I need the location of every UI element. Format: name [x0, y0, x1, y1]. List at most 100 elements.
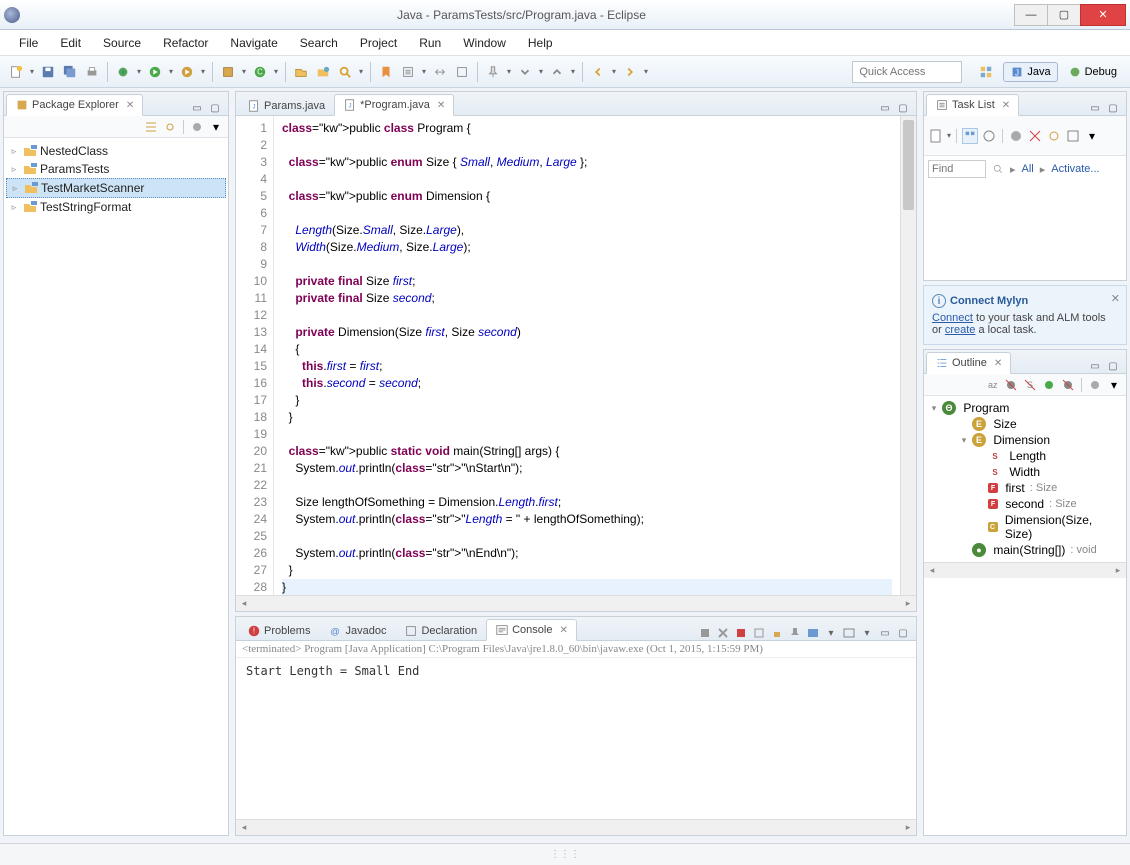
- next-annotation-button[interactable]: [515, 62, 535, 82]
- console-tab[interactable]: Console✕: [486, 619, 577, 641]
- editor-tab-params[interactable]: J Params.java: [238, 95, 334, 116]
- sort-button[interactable]: az: [984, 377, 1000, 393]
- debug-button[interactable]: [113, 62, 133, 82]
- open-console-button[interactable]: [842, 626, 856, 640]
- minimize-view-icon[interactable]: ▭: [878, 101, 892, 115]
- focus-button[interactable]: [1087, 377, 1103, 393]
- view-menu-icon[interactable]: ▾: [1106, 377, 1122, 393]
- new-button[interactable]: [6, 62, 26, 82]
- prev-annotation-button[interactable]: [547, 62, 567, 82]
- scheduled-button[interactable]: [981, 128, 997, 144]
- horizontal-scrollbar[interactable]: ◂▸: [236, 595, 916, 611]
- new-class-dropdown-icon[interactable]: ▾: [272, 67, 280, 76]
- run-last-button[interactable]: [177, 62, 197, 82]
- remove-all-button[interactable]: [716, 626, 730, 640]
- maximize-view-icon[interactable]: ▢: [1106, 359, 1120, 373]
- minimize-view-icon[interactable]: ▭: [1088, 101, 1102, 115]
- console-dropdown-icon[interactable]: ▾: [824, 626, 838, 640]
- new-package-button[interactable]: [218, 62, 238, 82]
- package-explorer-tab[interactable]: Package Explorer ✕: [6, 94, 143, 116]
- minimize-view-icon[interactable]: ▭: [190, 101, 204, 115]
- mylyn-create-link[interactable]: create: [945, 324, 976, 336]
- menu-navigate[interactable]: Navigate: [221, 33, 286, 53]
- remove-launch-button[interactable]: [698, 626, 712, 640]
- perspective-java[interactable]: JJava: [1003, 62, 1057, 82]
- close-icon[interactable]: ✕: [559, 625, 567, 636]
- save-all-button[interactable]: [60, 62, 80, 82]
- run-last-dropdown-icon[interactable]: ▾: [199, 67, 207, 76]
- collapse-all-button[interactable]: [143, 119, 159, 135]
- scroll-lock-button[interactable]: [770, 626, 784, 640]
- open-perspective-button[interactable]: [972, 62, 1000, 82]
- toggle-block-button[interactable]: [398, 62, 418, 82]
- vertical-scrollbar[interactable]: [900, 116, 916, 595]
- task-activate-link[interactable]: Activate...: [1051, 163, 1099, 175]
- menu-window[interactable]: Window: [454, 33, 515, 53]
- task-all-link[interactable]: All: [1022, 163, 1034, 175]
- code-area[interactable]: class="kw">public class Program { class=…: [274, 116, 900, 595]
- print-button[interactable]: [82, 62, 102, 82]
- outline-item[interactable]: F first : Size: [928, 480, 1122, 496]
- hide-static-button[interactable]: S: [1022, 377, 1038, 393]
- back-button[interactable]: [588, 62, 608, 82]
- debug-dropdown-icon[interactable]: ▾: [135, 67, 143, 76]
- hide-nonpublic-button[interactable]: [1041, 377, 1057, 393]
- outline-item[interactable]: S Length: [928, 448, 1122, 464]
- tree-item[interactable]: ▹ParamsTests: [6, 160, 226, 178]
- open-console-dropdown-icon[interactable]: ▾: [860, 626, 874, 640]
- toggle-paint-button[interactable]: [452, 62, 472, 82]
- new-package-dropdown-icon[interactable]: ▾: [240, 67, 248, 76]
- view-menu-icon[interactable]: ▾: [208, 119, 224, 135]
- prev-dropdown-icon[interactable]: ▾: [569, 67, 577, 76]
- close-icon[interactable]: ✕: [1002, 100, 1010, 111]
- maximize-view-icon[interactable]: ▢: [896, 101, 910, 115]
- code-editor[interactable]: 1234567891011121314151617181920212223242…: [236, 116, 916, 595]
- link-editor-button[interactable]: [162, 119, 178, 135]
- next-dropdown-icon[interactable]: ▾: [537, 67, 545, 76]
- horizontal-scrollbar[interactable]: ◂▸: [236, 819, 916, 835]
- perspective-debug[interactable]: Debug: [1061, 62, 1124, 82]
- outline-tab[interactable]: Outline✕: [926, 352, 1011, 374]
- outline-item[interactable]: ▾E Dimension: [928, 432, 1122, 448]
- tree-item[interactable]: ▹TestStringFormat: [6, 198, 226, 216]
- synchronize-button[interactable]: [1046, 128, 1062, 144]
- menu-source[interactable]: Source: [94, 33, 150, 53]
- terminate-button[interactable]: [734, 626, 748, 640]
- outline-item[interactable]: C Dimension(Size, Size): [928, 512, 1122, 542]
- maximize-view-icon[interactable]: ▢: [896, 626, 910, 640]
- new-dropdown-icon[interactable]: ▾: [28, 67, 36, 76]
- maximize-view-icon[interactable]: ▢: [1106, 101, 1120, 115]
- open-task-button[interactable]: [313, 62, 333, 82]
- run-dropdown-icon[interactable]: ▾: [167, 67, 175, 76]
- menu-file[interactable]: File: [10, 33, 47, 53]
- maximize-view-icon[interactable]: ▢: [208, 101, 222, 115]
- pin-console-button[interactable]: [788, 626, 802, 640]
- menu-run[interactable]: Run: [410, 33, 450, 53]
- close-icon[interactable]: ✕: [994, 358, 1002, 369]
- javadoc-tab[interactable]: @Javadoc: [319, 620, 395, 641]
- save-button[interactable]: [38, 62, 58, 82]
- task-find-input[interactable]: [928, 160, 986, 178]
- minimize-view-icon[interactable]: ▭: [1088, 359, 1102, 373]
- close-icon[interactable]: ✕: [126, 100, 134, 111]
- search-button[interactable]: [335, 62, 355, 82]
- new-task-button[interactable]: [928, 128, 944, 144]
- maximize-button[interactable]: ▢: [1047, 4, 1081, 26]
- back-dropdown-icon[interactable]: ▾: [610, 67, 618, 76]
- outline-item[interactable]: E Size: [928, 416, 1122, 432]
- toggle-block-dropdown-icon[interactable]: ▾: [420, 67, 428, 76]
- outline-item[interactable]: F second : Size: [928, 496, 1122, 512]
- search-dropdown-icon[interactable]: ▾: [357, 67, 365, 76]
- menu-refactor[interactable]: Refactor: [154, 33, 217, 53]
- quick-access-input[interactable]: [852, 61, 962, 83]
- categorized-button[interactable]: [962, 128, 978, 144]
- menu-search[interactable]: Search: [291, 33, 347, 53]
- declaration-tab[interactable]: Declaration: [395, 620, 486, 641]
- pin-dropdown-icon[interactable]: ▾: [505, 67, 513, 76]
- outline-item[interactable]: S Width: [928, 464, 1122, 480]
- forward-button[interactable]: [620, 62, 640, 82]
- open-type-button[interactable]: [291, 62, 311, 82]
- menu-help[interactable]: Help: [519, 33, 562, 53]
- task-list-tab[interactable]: Task List✕: [926, 94, 1019, 116]
- close-icon[interactable]: ✕: [1111, 292, 1120, 305]
